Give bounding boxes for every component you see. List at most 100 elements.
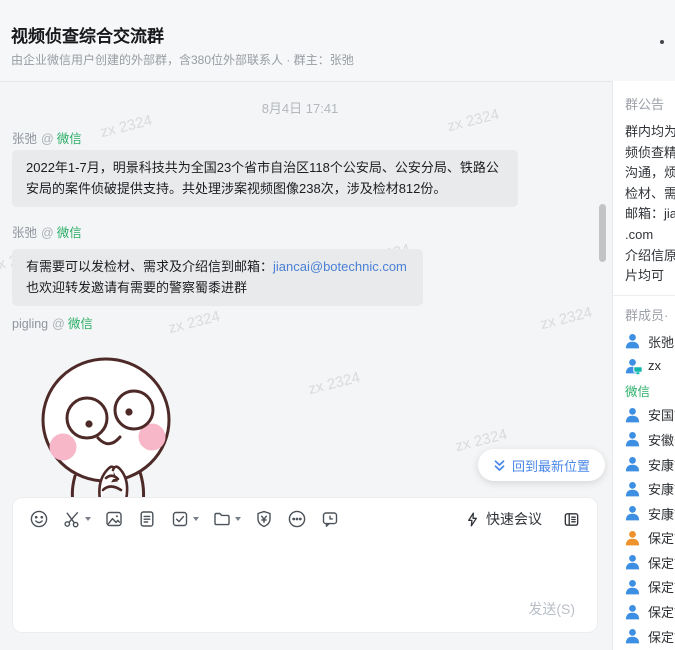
wechat-section-label: 微信 <box>613 378 675 403</box>
image-icon <box>104 509 124 529</box>
member-avatar-icon <box>625 628 640 644</box>
date-timestamp: 8月4日 17:41 <box>0 98 600 117</box>
sender-name: 张弛 <box>12 132 37 146</box>
sender-name: pigling <box>12 317 48 331</box>
double-chevron-down-icon <box>493 459 506 472</box>
file-button[interactable] <box>137 509 157 529</box>
message-sender: 张弛 @微信 <box>12 128 82 147</box>
screenshot-icon <box>62 509 82 529</box>
message-bubble[interactable]: 有需要可以发检材、需求及介绍信到邮箱：jiancai@botechnic.com… <box>12 249 423 306</box>
message-sender: 张弛 @微信 <box>12 222 82 241</box>
member-name: zx <box>648 358 661 373</box>
member-row[interactable]: 张弛 <box>613 329 675 354</box>
announcement-line: 沟通，烦 <box>625 163 675 184</box>
message-text: 也欢迎转发邀请有需要的警察蜀黍进群 <box>26 278 409 299</box>
message-bubble[interactable]: 2022年1-7月，明景科技共为全国23个省市自治区118个公安局、公安分局、铁… <box>12 150 518 207</box>
member-name: 保定市 <box>648 528 675 547</box>
more-menu-icon[interactable] <box>660 40 664 44</box>
group-subtitle: 由企业微信用户创建的外部群，含380位外部联系人 · 群主：张弛 <box>11 51 354 68</box>
member-avatar-icon <box>625 554 640 570</box>
screenshot-button[interactable] <box>62 509 91 529</box>
announcement-line: 片均可 <box>625 266 675 287</box>
member-avatar-icon <box>625 407 640 423</box>
announcement-text: 群内均为频侦查精沟通，烦检材、需邮箱：jia.com介绍信原片均可 <box>613 122 675 287</box>
chat-history-button[interactable] <box>320 509 340 529</box>
member-avatar-icon <box>625 604 640 620</box>
lightning-icon <box>464 511 481 528</box>
sender-channel: 微信 <box>57 132 82 146</box>
chat-header: 视频侦查综合交流群 由企业微信用户创建的外部群，含380位外部联系人 · 群主：… <box>0 0 675 82</box>
scroll-to-latest-label: 回到最新位置 <box>512 456 590 475</box>
member-row[interactable]: 安康市 <box>613 452 675 477</box>
member-name: 安国市 <box>648 405 675 424</box>
member-row[interactable]: 安国市 <box>613 403 675 428</box>
chevron-down-icon[interactable] <box>85 517 91 521</box>
message-sender: pigling@微信 <box>12 313 93 332</box>
chevron-down-icon[interactable] <box>193 517 199 521</box>
todo-icon <box>170 509 190 529</box>
folder-button[interactable] <box>212 509 241 529</box>
member-avatar-icon <box>625 579 640 595</box>
panel-toggle-icon[interactable] <box>562 510 581 529</box>
quick-meeting-label: 快速会议 <box>486 509 542 529</box>
send-button[interactable]: 发送(S) <box>528 599 575 619</box>
chat-history-icon <box>320 509 340 529</box>
group-sidebar: 群公告 群内均为频侦查精沟通，烦检材、需邮箱：jia.com介绍信原片均可 群成… <box>612 81 675 650</box>
member-row[interactable]: 安徽省 <box>613 427 675 452</box>
announcement-line: 邮箱：jia <box>625 204 675 225</box>
member-row[interactable]: zx <box>613 353 675 378</box>
sidebar-divider <box>613 295 675 296</box>
member-row[interactable]: 保定市 <box>613 575 675 600</box>
member-avatar-icon <box>625 505 640 521</box>
member-avatar-icon <box>625 431 640 447</box>
announcement-line: 频侦查精 <box>625 143 675 164</box>
email-link[interactable]: jiancai@botechnic.com <box>273 259 407 274</box>
image-button[interactable] <box>104 509 124 529</box>
member-name: 保定市 <box>648 627 675 646</box>
emoji-icon <box>29 509 49 529</box>
member-list: 张弛zx微信安国市安徽省安康市安康市安康市保定市保定市保定市保定市保定市保定市 <box>613 329 675 650</box>
chat-scrollbar-thumb[interactable] <box>599 204 606 262</box>
composer-toolbar: 快速会议 <box>13 498 597 529</box>
member-row[interactable]: 安康市 <box>613 501 675 526</box>
chevron-down-icon[interactable] <box>235 517 241 521</box>
member-name: 保定市 <box>648 602 675 621</box>
member-avatar-icon <box>625 481 640 497</box>
file-icon <box>137 509 157 529</box>
more-button[interactable] <box>287 509 307 529</box>
member-avatar-icon <box>625 530 640 546</box>
member-avatar-pc-icon <box>625 358 640 374</box>
member-name: 安康市 <box>648 455 675 474</box>
member-name: 安康市 <box>648 504 675 523</box>
announcement-line: 群内均为 <box>625 122 675 143</box>
member-name: 保定市 <box>648 577 675 596</box>
folder-icon <box>212 509 232 529</box>
at-separator: @ <box>41 132 54 146</box>
member-row[interactable]: 安康市 <box>613 476 675 501</box>
announcement-line: .com <box>625 225 675 246</box>
member-row[interactable]: 保定市 <box>613 624 675 649</box>
red-packet-icon <box>254 509 274 529</box>
praying-sticker-image[interactable] <box>28 350 192 500</box>
scroll-to-latest-button[interactable]: 回到最新位置 <box>478 449 605 481</box>
member-name: 安徽省 <box>648 430 675 449</box>
emoji-button[interactable] <box>29 509 49 529</box>
quick-meeting-button[interactable]: 快速会议 <box>464 509 542 529</box>
member-name: 保定市 <box>648 553 675 572</box>
at-separator: @ <box>41 226 54 240</box>
announcement-line: 检材、需 <box>625 184 675 205</box>
announcement-line: 介绍信原 <box>625 246 675 267</box>
announcement-title: 群公告 <box>625 94 675 113</box>
message-composer[interactable]: 快速会议 发送(S) <box>12 497 598 633</box>
wecom-group-chat-window: zx 2324zx 2324zx 2324zx 2324zx 2324zx 23… <box>0 0 675 650</box>
sender-name: 张弛 <box>12 226 37 240</box>
members-title: 群成员· <box>625 305 675 324</box>
member-row[interactable]: 保定市 <box>613 526 675 551</box>
red-packet-button[interactable] <box>254 509 274 529</box>
member-row[interactable]: 保定市 <box>613 550 675 575</box>
member-row[interactable]: 保定市 <box>613 599 675 624</box>
group-title: 视频侦查综合交流群 <box>11 22 164 47</box>
todo-button[interactable] <box>170 509 199 529</box>
sender-channel: 微信 <box>57 226 82 240</box>
member-avatar-icon <box>625 456 640 472</box>
